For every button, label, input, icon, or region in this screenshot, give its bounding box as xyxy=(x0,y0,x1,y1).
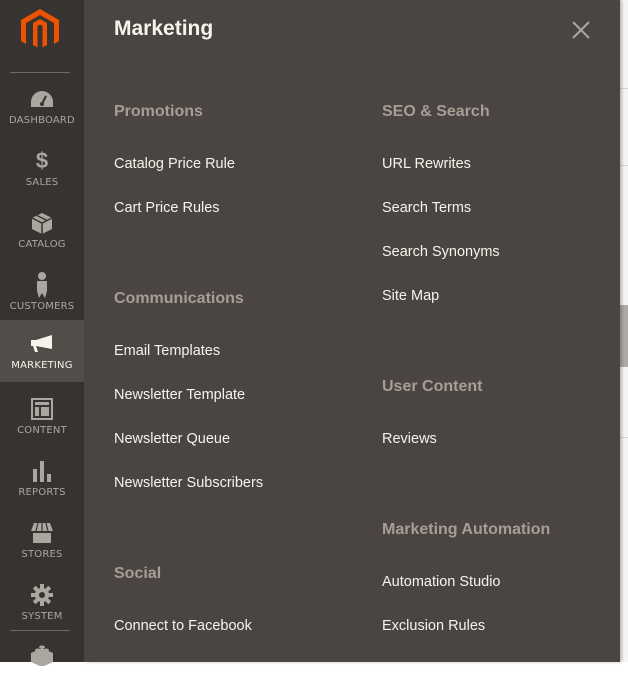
menu-link-newsletter-template[interactable]: Newsletter Template xyxy=(114,387,245,403)
menu-link-catalog-price-rule[interactable]: Catalog Price Rule xyxy=(114,156,235,172)
menu-link-newsletter-queue[interactable]: Newsletter Queue xyxy=(114,431,230,447)
group-title-promotions: Promotions xyxy=(114,103,203,120)
menu-link-url-rewrites[interactable]: URL Rewrites xyxy=(382,156,471,172)
menu-link-search-terms[interactable]: Search Terms xyxy=(382,200,471,216)
group-title-social: Social xyxy=(114,565,162,582)
storefront-icon xyxy=(30,521,54,545)
menu-link-newsletter-subscribers[interactable]: Newsletter Subscribers xyxy=(114,475,263,491)
sidebar-item-label: Catalog xyxy=(18,239,66,250)
sidebar-item-label: Dashboard xyxy=(9,115,75,126)
sidebar-item-extensions[interactable] xyxy=(0,636,84,698)
gear-icon xyxy=(30,583,54,607)
magento-logo-icon[interactable] xyxy=(21,9,59,51)
sidebar-item-label: Reports xyxy=(18,487,66,498)
menu-link-search-synonyms[interactable]: Search Synonyms xyxy=(382,244,500,260)
sidebar-divider xyxy=(10,630,70,631)
menu-link-reviews[interactable]: Reviews xyxy=(382,431,437,447)
backdrop-block xyxy=(620,305,628,367)
sidebar-item-label: Marketing xyxy=(11,360,73,371)
backdrop-divider xyxy=(620,88,628,89)
menu-link-connect-to-facebook[interactable]: Connect to Facebook xyxy=(114,618,252,634)
brick-icon xyxy=(30,643,54,667)
group-title-seo-search: SEO & Search xyxy=(382,103,490,120)
backdrop-divider xyxy=(620,437,628,438)
marketing-menu-panel: Marketing Promotions Catalog Price Rule … xyxy=(84,0,620,662)
menu-link-email-templates[interactable]: Email Templates xyxy=(114,343,220,359)
sidebar-item-reports[interactable]: Reports xyxy=(0,452,84,514)
sidebar-item-label: Customers xyxy=(9,301,75,312)
dashboard-icon xyxy=(30,87,54,111)
menu-link-site-map[interactable]: Site Map xyxy=(382,288,439,304)
sidebar-item-system[interactable]: System xyxy=(0,576,84,638)
admin-sidebar: Dashboard $ Sales Catalog Customers Mark… xyxy=(0,0,84,666)
sidebar-item-label: System xyxy=(21,611,63,622)
sidebar-item-label: Stores xyxy=(21,549,63,560)
person-icon xyxy=(30,272,54,298)
megaphone-icon xyxy=(30,332,54,356)
sidebar-item-sales[interactable]: $ Sales xyxy=(0,142,84,204)
sidebar-item-customers[interactable]: Customers xyxy=(0,266,84,328)
group-title-marketing-automation: Marketing Automation xyxy=(382,521,551,538)
close-icon[interactable] xyxy=(570,19,592,41)
sidebar-item-dashboard[interactable]: Dashboard xyxy=(0,80,84,142)
backdrop-divider xyxy=(620,165,628,166)
menu-link-automation-studio[interactable]: Automation Studio xyxy=(382,574,501,590)
sidebar-item-content[interactable]: Content xyxy=(0,390,84,452)
bar-chart-icon xyxy=(30,459,54,483)
sidebar-divider xyxy=(10,72,70,73)
sidebar-item-label: Content xyxy=(17,425,67,436)
sidebar-item-label: Sales xyxy=(25,177,59,188)
sidebar-item-stores[interactable]: Stores xyxy=(0,514,84,576)
menu-link-cart-price-rules[interactable]: Cart Price Rules xyxy=(114,200,220,216)
dollar-icon: $ xyxy=(35,148,49,173)
layout-icon xyxy=(30,397,54,421)
panel-title: Marketing xyxy=(114,17,214,40)
group-title-user-content: User Content xyxy=(382,378,483,395)
box-icon xyxy=(30,211,54,235)
group-title-communications: Communications xyxy=(114,290,244,307)
sidebar-item-marketing[interactable]: Marketing xyxy=(0,320,84,382)
sidebar-item-catalog[interactable]: Catalog xyxy=(0,204,84,266)
menu-link-exclusion-rules[interactable]: Exclusion Rules xyxy=(382,618,485,634)
